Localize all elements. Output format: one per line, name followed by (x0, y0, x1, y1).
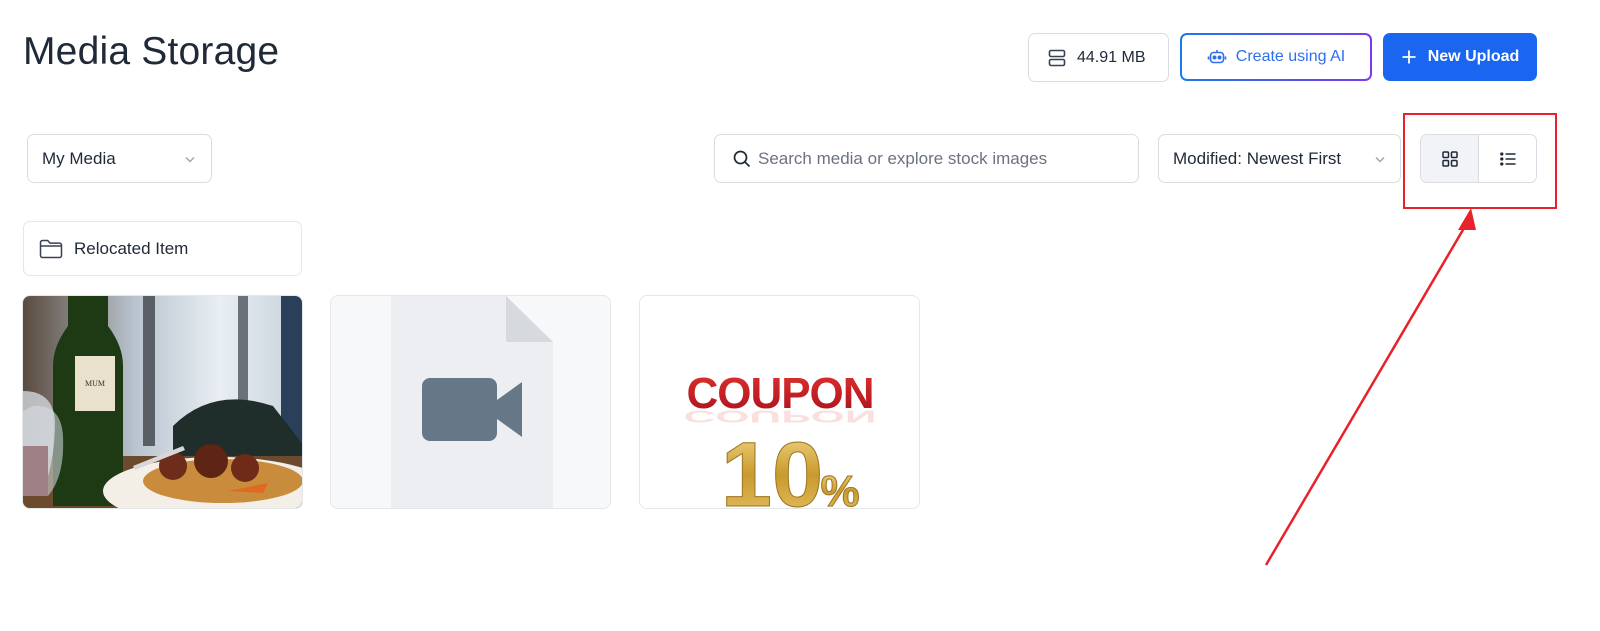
video-file-icon (331, 296, 610, 508)
media-source-value: My Media (42, 148, 116, 168)
create-using-ai-label: Create using AI (1235, 48, 1346, 65)
annotation-arrow (1264, 208, 1476, 566)
search-icon (733, 150, 751, 167)
new-upload-label: New Upload (1427, 48, 1520, 65)
storage-usage-badge[interactable]: 44.91 MB (1028, 33, 1169, 82)
svg-text:%: % (820, 467, 859, 509)
ai-robot-icon (1207, 50, 1227, 64)
media-thumbnail-photo[interactable]: MUM (22, 295, 303, 509)
chevron-down-icon (185, 156, 195, 162)
media-thumbnail-coupon[interactable]: COUPON COUPON 10 % (639, 295, 920, 509)
storage-usage-text: 44.91 MB (1077, 48, 1146, 66)
sort-select[interactable]: Modified: Newest First (1158, 134, 1401, 183)
storage-icon (1048, 49, 1066, 66)
media-thumbnail-video[interactable] (330, 295, 611, 509)
annotation-highlight-box (1403, 113, 1557, 209)
folder-icon (39, 239, 63, 258)
folder-name: Relocated Item (74, 238, 189, 258)
media-source-select[interactable]: My Media (27, 134, 212, 183)
chevron-down-icon (1375, 156, 1385, 162)
svg-text:MUM: MUM (85, 379, 105, 388)
plus-icon (1402, 50, 1416, 64)
sort-value: Modified: Newest First (1173, 148, 1342, 168)
create-using-ai-button[interactable]: Create using AI (1180, 33, 1372, 81)
coupon-image: COUPON COUPON 10 % (640, 296, 919, 509)
folder-item[interactable]: Relocated Item (23, 221, 302, 276)
new-upload-button[interactable]: New Upload (1383, 33, 1537, 81)
search-box[interactable] (714, 134, 1139, 183)
page-title: Media Storage (23, 30, 280, 73)
svg-text:COUPON: COUPON (683, 406, 876, 425)
search-input[interactable] (758, 148, 1128, 169)
svg-text:10: 10 (721, 424, 823, 509)
dinner-photo: MUM (23, 296, 302, 508)
